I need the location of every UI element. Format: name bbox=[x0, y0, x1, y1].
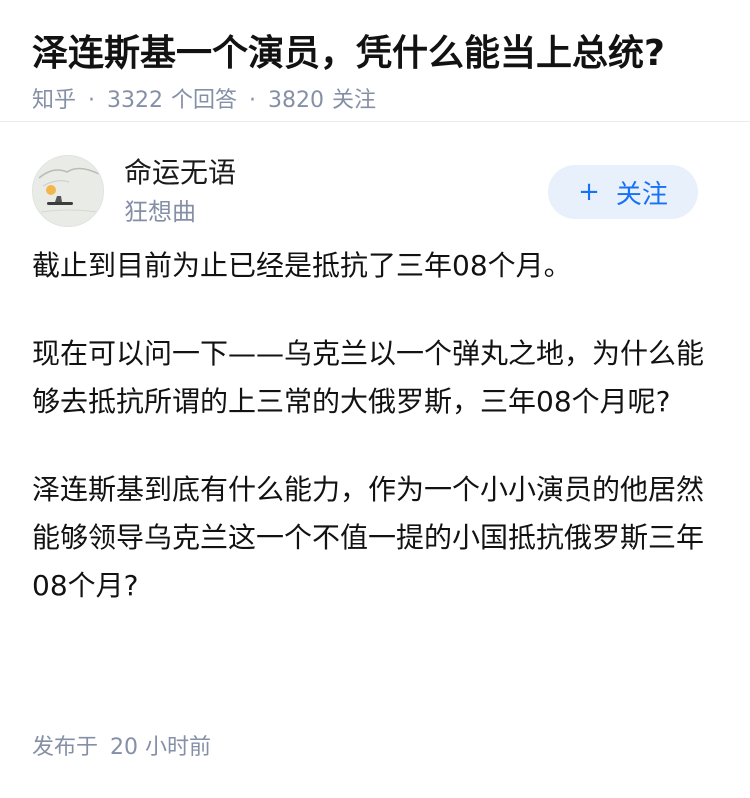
question-title[interactable]: 泽连斯基一个演员，凭什么能当上总统? bbox=[32, 30, 718, 78]
answers-count: 3322 bbox=[107, 88, 164, 113]
question-header: 泽连斯基一个演员，凭什么能当上总统? 知乎 · 3322 个回答 · 3820 … bbox=[0, 0, 750, 121]
question-meta: 知乎 · 3322 个回答 · 3820 关注 bbox=[32, 86, 718, 116]
answers-label[interactable]: 个回答 bbox=[171, 86, 237, 116]
follow-count-label[interactable]: 关注 bbox=[332, 86, 376, 116]
published-label: 发布于 bbox=[32, 735, 99, 760]
author-row: 命运无语 狂想曲 + 关注 bbox=[0, 155, 750, 253]
author-name[interactable]: 命运无语 bbox=[124, 155, 236, 191]
follow-button[interactable]: + 关注 bbox=[548, 165, 698, 219]
plus-icon: + bbox=[578, 177, 600, 207]
answer-page: 泽连斯基一个演员，凭什么能当上总统? 知乎 · 3322 个回答 · 3820 … bbox=[0, 0, 750, 798]
avatar-image-icon bbox=[33, 156, 103, 226]
meta-separator: · bbox=[88, 88, 96, 113]
avatar[interactable] bbox=[32, 155, 104, 227]
answer-paragraph: 泽连斯基到底有什么能力，作为一个小小演员的他居然能够领导乌克兰这一个不值一提的小… bbox=[32, 473, 705, 602]
published-time: 20 小时前 bbox=[110, 735, 212, 760]
meta-separator: · bbox=[249, 88, 257, 113]
answer-paragraph: 现在可以问一下——乌克兰以一个弹丸之地，为什么能够去抵抗所谓的上三常的大俄罗斯，… bbox=[32, 337, 705, 418]
author-subtitle: 狂想曲 bbox=[124, 198, 196, 226]
answer-content: 截止到目前为止已经是抵抗了三年08个月。 现在可以问一下——乌克兰以一个弹丸之地… bbox=[0, 242, 750, 610]
publish-info: 发布于 20 小时前 bbox=[32, 733, 211, 763]
source-label[interactable]: 知乎 bbox=[32, 86, 76, 116]
divider bbox=[0, 121, 750, 122]
follow-count: 3820 bbox=[268, 88, 325, 113]
follow-button-label: 关注 bbox=[615, 179, 668, 210]
